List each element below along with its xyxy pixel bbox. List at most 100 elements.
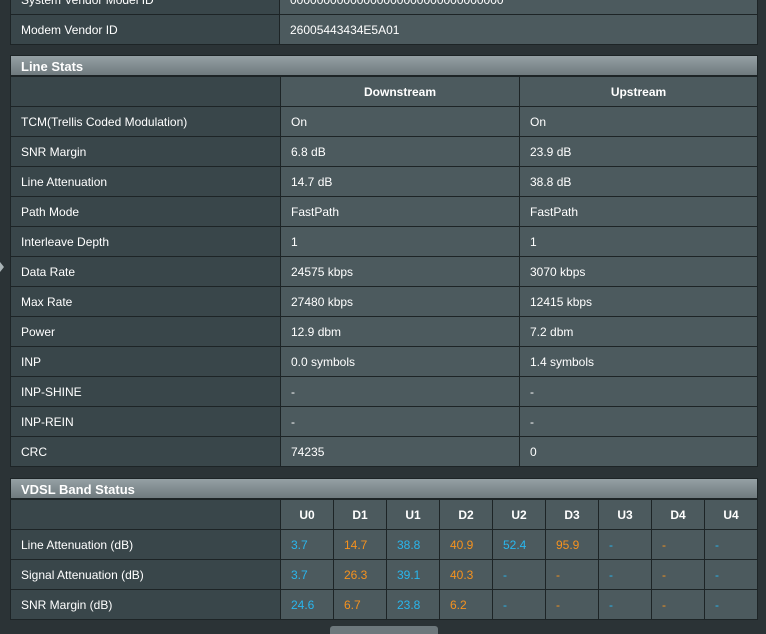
section-title: VDSL Band Status [10, 478, 758, 499]
table-row: Path Mode FastPath FastPath [10, 196, 758, 227]
downstream-value: 1 [280, 226, 520, 257]
table-row: INP 0.0 symbols 1.4 symbols [10, 346, 758, 377]
band-header-d1: D1 [333, 499, 387, 530]
column-header-upstream: Upstream [519, 76, 758, 107]
upstream-value: 23.9 dB [519, 136, 758, 167]
row-label: Max Rate [10, 286, 281, 317]
table-row: Line Attenuation (dB) 3.7 14.7 38.8 40.9 52.4… [10, 529, 758, 560]
row-label: INP [10, 346, 281, 377]
row-label: Power [10, 316, 281, 347]
band-header-u3: U3 [598, 499, 652, 530]
table-row: INP-SHINE - - [10, 376, 758, 407]
downstream-value: - [280, 376, 520, 407]
row-label: CRC [10, 436, 281, 467]
row-value: 00000000000000000000000000000000 [279, 0, 758, 15]
downstream-value: 12.9 dbm [280, 316, 520, 347]
system-info-table: System Vendor Model ID 00000000000000000… [10, 0, 758, 45]
band-value-u0: 3.7 [280, 529, 334, 560]
upstream-value: On [519, 106, 758, 137]
table-header-row: U0 D1 U1 D2 U2 D3 U3 D4 U4 [10, 499, 758, 530]
band-value-u3: - [598, 559, 652, 590]
row-label: TCM(Trellis Coded Modulation) [10, 106, 281, 137]
collapse-arrow-icon[interactable] [0, 262, 4, 272]
line-stats-table: Downstream Upstream TCM(Trellis Coded Mo… [10, 76, 758, 467]
band-value-u2: - [492, 559, 546, 590]
band-value-d3: - [545, 589, 599, 620]
band-value-d3: 95.9 [545, 529, 599, 560]
table-row: SNR Margin (dB) 24.6 6.7 23.8 6.2- - - - - [10, 589, 758, 620]
band-value-d1: 14.7 [333, 529, 387, 560]
upstream-value: 1 [519, 226, 758, 257]
row-label: Line Attenuation (dB) [10, 529, 281, 560]
band-value-u1: 23.8 [386, 589, 440, 620]
table-row: Data Rate 24575 kbps 3070 kbps [10, 256, 758, 287]
upstream-value: FastPath [519, 196, 758, 227]
band-value-u3: - [598, 589, 652, 620]
band-value-d2: 6.2 [439, 589, 493, 620]
row-label: SNR Margin [10, 136, 281, 167]
downstream-value: - [280, 406, 520, 437]
band-value-u0: 24.6 [280, 589, 334, 620]
band-value-d2: 40.9 [439, 529, 493, 560]
row-label: Line Attenuation [10, 166, 281, 197]
table-row: Power 12.9 dbm 7.2 dbm [10, 316, 758, 347]
band-value-u4: - [704, 589, 758, 620]
column-header-downstream: Downstream [280, 76, 520, 107]
upstream-value: - [519, 406, 758, 437]
upstream-value: 1.4 symbols [519, 346, 758, 377]
upstream-value: 7.2 dbm [519, 316, 758, 347]
upstream-value: - [519, 376, 758, 407]
table-row: INP-REIN - - [10, 406, 758, 437]
band-value-u4: - [704, 559, 758, 590]
row-label: Interleave Depth [10, 226, 281, 257]
band-value-u2: 52.4 [492, 529, 546, 560]
band-header-u0: U0 [280, 499, 334, 530]
table-row: System Vendor Model ID 00000000000000000… [10, 0, 758, 15]
row-label: SNR Margin (dB) [10, 589, 281, 620]
band-value-u4: - [704, 529, 758, 560]
table-row: Modem Vendor ID 26005443434E5A01 [10, 14, 758, 45]
band-header-u1: U1 [386, 499, 440, 530]
band-value-d2: 40.3 [439, 559, 493, 590]
upstream-value: 0 [519, 436, 758, 467]
row-label: Data Rate [10, 256, 281, 287]
vdsl-band-table: U0 D1 U1 D2 U2 D3 U3 D4 U4 Line Attenuation (dB)… [10, 499, 758, 620]
band-value-u1: 39.1 [386, 559, 440, 590]
downstream-value: 6.8 dB [280, 136, 520, 167]
band-value-d4: - [651, 529, 705, 560]
downstream-value: 0.0 symbols [280, 346, 520, 377]
table-row: Interleave Depth 1 1 [10, 226, 758, 257]
downstream-value: On [280, 106, 520, 137]
row-label: Modem Vendor ID [10, 14, 280, 45]
band-header-u4: U4 [704, 499, 758, 530]
band-value-d4: - [651, 559, 705, 590]
table-row: TCM(Trellis Coded Modulation) On On [10, 106, 758, 137]
table-row: SNR Margin 6.8 dB 23.9 dB [10, 136, 758, 167]
downstream-value: 14.7 dB [280, 166, 520, 197]
downstream-value: 74235 [280, 436, 520, 467]
band-value-d1: 26.3 [333, 559, 387, 590]
row-label: INP-SHINE [10, 376, 281, 407]
upstream-value: 12415 kbps [519, 286, 758, 317]
table-row: CRC 74235 0 [10, 436, 758, 467]
table-row: Line Attenuation 14.7 dB 38.8 dB [10, 166, 758, 197]
row-label: INP-REIN [10, 406, 281, 437]
vdsl-band-section: VDSL Band Status U0 D1 U1 D2 U2 D3 U3 D4 U4 Line… [10, 478, 758, 620]
table-row: Max Rate 27480 kbps 12415 kbps [10, 286, 758, 317]
band-value-u1: 38.8 [386, 529, 440, 560]
downstream-value: FastPath [280, 196, 520, 227]
upstream-value: 3070 kbps [519, 256, 758, 287]
row-value: 26005443434E5A01 [279, 14, 758, 45]
header-blank [10, 76, 281, 107]
band-value-d4: - [651, 589, 705, 620]
band-header-u2: U2 [492, 499, 546, 530]
section-title: Line Stats [10, 55, 758, 76]
table-row: Signal Attenuation (dB) 3.7 26.3 39.1 40.3- -… [10, 559, 758, 590]
band-value-d1: 6.7 [333, 589, 387, 620]
row-label: Path Mode [10, 196, 281, 227]
header-blank [10, 499, 281, 530]
apply-button[interactable] [330, 626, 438, 634]
line-stats-section: Line Stats Downstream Upstream TCM(Trell… [10, 55, 758, 467]
band-value-d3: - [545, 559, 599, 590]
band-header-d4: D4 [651, 499, 705, 530]
